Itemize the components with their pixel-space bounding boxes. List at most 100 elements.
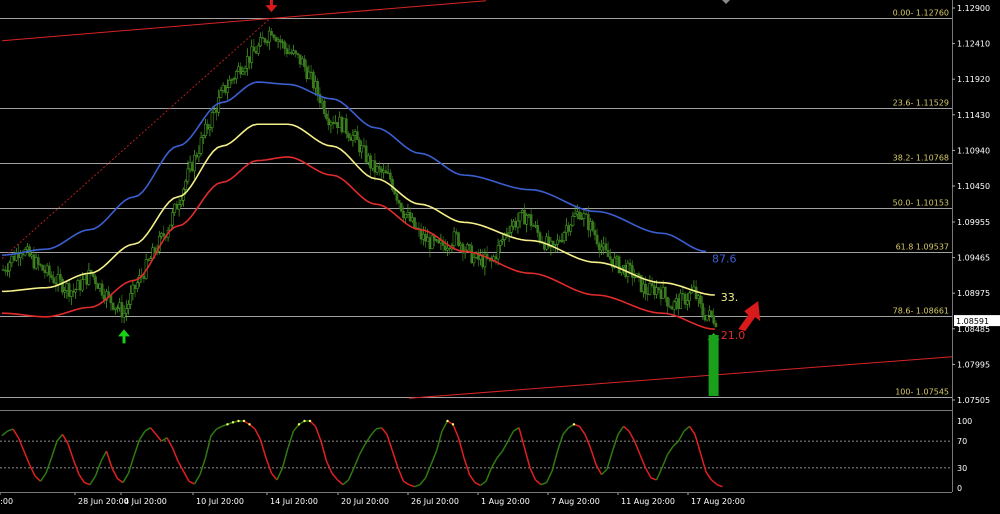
scroll-marker-icon[interactable] — [722, 0, 730, 4]
candle — [591, 221, 595, 231]
stoch-segment — [474, 481, 481, 486]
fib-label: 61.8 1.09537 — [896, 243, 949, 252]
candle — [443, 245, 447, 251]
y-tick-label: 1.12410 — [957, 40, 990, 49]
candle — [432, 235, 436, 241]
candle — [657, 287, 661, 291]
ma-blue-line[interactable] — [1, 81, 707, 256]
stoch-segment — [391, 450, 399, 469]
stoch-segment — [403, 480, 410, 486]
candle — [122, 312, 126, 318]
candle — [457, 232, 460, 246]
stoch-segment — [661, 454, 669, 469]
stoch-segment — [408, 483, 415, 488]
price-chart[interactable]: 0.00- 1.12760 23.6- 1.11529 38.2- 1.10768 5… — [0, 0, 1000, 510]
candle — [655, 287, 658, 295]
stoch-segment — [463, 457, 471, 475]
candle — [195, 154, 199, 158]
candle — [617, 256, 621, 274]
stoch-point — [308, 419, 312, 423]
candle — [149, 258, 152, 261]
trendline[interactable] — [408, 356, 953, 399]
candle — [294, 50, 298, 54]
candle — [193, 154, 196, 172]
candle — [481, 255, 485, 268]
stoch-segment — [611, 434, 619, 452]
candle — [672, 301, 676, 310]
candle — [531, 225, 535, 227]
candle — [87, 269, 91, 285]
stoch-segment — [430, 450, 438, 465]
stoch-point — [248, 423, 251, 426]
stoch-segment — [320, 440, 328, 462]
candle — [296, 53, 300, 55]
candle — [512, 221, 515, 227]
stoch-segment — [606, 450, 614, 470]
candle — [659, 289, 663, 299]
stoch-segment — [117, 478, 124, 484]
stoch-segment — [617, 425, 625, 435]
candle — [219, 90, 223, 98]
candle — [50, 274, 53, 278]
candle — [388, 172, 392, 180]
candle — [360, 145, 364, 153]
candle — [384, 170, 388, 174]
stoch-segment — [441, 420, 449, 432]
stoch-segment — [633, 440, 641, 455]
candle — [276, 39, 280, 42]
stoch-segment — [94, 460, 102, 477]
candle — [459, 243, 463, 246]
ma-label: 33. — [721, 291, 739, 304]
candle — [604, 243, 608, 251]
candle — [342, 118, 346, 133]
candle — [430, 235, 434, 250]
stoch-segment — [204, 435, 212, 459]
candle — [298, 54, 302, 65]
stoch-segment — [644, 467, 652, 479]
stoch-point — [242, 419, 246, 423]
candle — [364, 145, 368, 163]
candle — [272, 34, 276, 38]
candle — [562, 232, 566, 242]
candle — [311, 71, 315, 89]
candle — [600, 246, 603, 251]
candle — [52, 277, 56, 284]
stoch-segment — [34, 475, 42, 482]
candle — [707, 310, 711, 316]
candle — [281, 41, 284, 43]
fib-label: 0.00- 1.12760 — [893, 9, 949, 18]
candle — [267, 30, 271, 43]
candle — [3, 269, 7, 272]
candle — [567, 225, 570, 232]
candle — [694, 286, 698, 299]
candle — [43, 270, 47, 274]
trendline[interactable] — [1, 0, 487, 42]
stoch-segment — [182, 470, 190, 482]
stoch-segment — [23, 450, 31, 465]
y-tick-label: 1.07995 — [957, 360, 990, 369]
stoch-segment — [292, 423, 300, 432]
candle — [21, 253, 25, 256]
candle — [305, 66, 309, 79]
stoch-segment — [45, 457, 53, 474]
candle — [10, 255, 14, 264]
candle — [670, 306, 674, 310]
candle — [228, 79, 232, 88]
stoch-segment — [325, 460, 333, 474]
stoch-segment — [50, 440, 58, 459]
candle — [80, 279, 84, 291]
stoch-segment — [7, 428, 14, 432]
candle — [69, 290, 73, 297]
candle — [74, 289, 78, 293]
candle — [615, 256, 619, 259]
candle — [32, 254, 36, 269]
candle — [199, 137, 203, 154]
stoch-point — [303, 419, 306, 423]
candle — [6, 270, 9, 272]
candle — [666, 297, 669, 307]
candle — [584, 213, 588, 215]
candle — [270, 30, 273, 36]
candle — [622, 264, 625, 268]
candle — [410, 217, 414, 222]
candle — [448, 247, 452, 250]
